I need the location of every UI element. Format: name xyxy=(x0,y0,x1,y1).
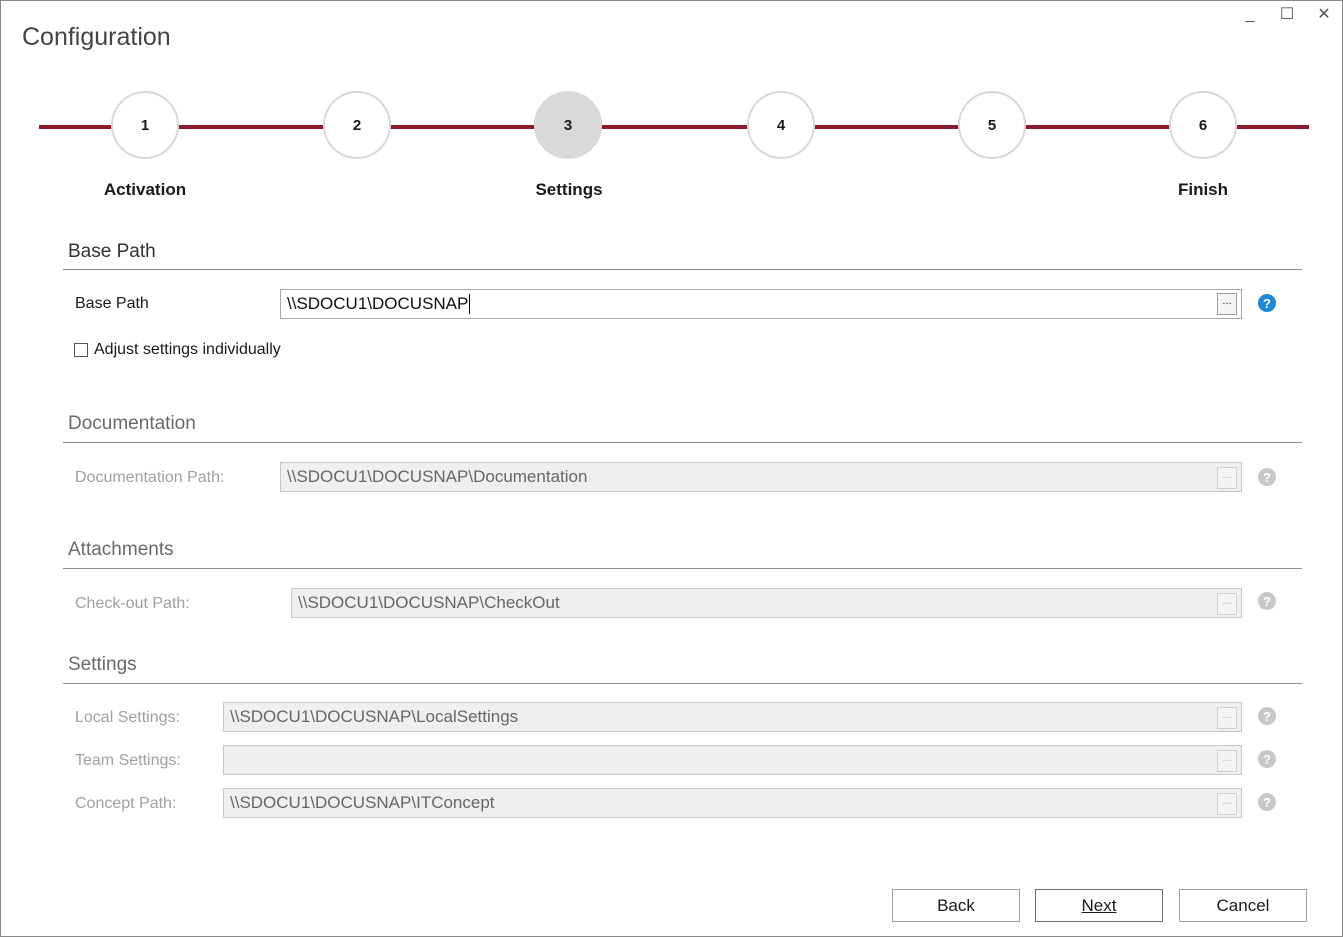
stepper-line xyxy=(39,125,1309,129)
checkout-path-label: Check-out Path: xyxy=(75,595,190,612)
step-2: 2 xyxy=(323,91,391,159)
local-settings-input[interactable]: \\SDOCU1\DOCUSNAP\LocalSettings xyxy=(223,702,1242,732)
documentation-browse-button[interactable]: ... xyxy=(1217,467,1237,489)
documentation-help-icon[interactable]: ? xyxy=(1258,468,1276,486)
base-path-label: Base Path xyxy=(75,295,149,312)
step-3: 3 xyxy=(534,91,602,159)
configuration-window: Configuration _ ☐ ✕ 1 2 3 4 5 6 Activati… xyxy=(0,0,1343,937)
section-title-settings: Settings xyxy=(68,654,137,675)
step-number: 3 xyxy=(563,116,573,134)
step-number: 1 xyxy=(140,116,150,134)
cancel-button[interactable]: Cancel xyxy=(1179,889,1307,922)
checkout-path-value: \\SDOCU1\DOCUSNAP\CheckOut xyxy=(298,593,560,612)
step-6: 6 xyxy=(1169,91,1237,159)
local-settings-value: \\SDOCU1\DOCUSNAP\LocalSettings xyxy=(230,707,519,726)
local-settings-browse-button[interactable]: ... xyxy=(1217,707,1237,729)
concept-path-help-icon[interactable]: ? xyxy=(1258,793,1276,811)
section-title-attachments: Attachments xyxy=(68,539,174,560)
adjust-settings-label[interactable]: Adjust settings individually xyxy=(94,341,281,359)
local-settings-help-icon[interactable]: ? xyxy=(1258,707,1276,725)
step-number: 2 xyxy=(352,116,362,134)
back-button[interactable]: Back xyxy=(892,889,1020,922)
step-number: 4 xyxy=(776,116,786,134)
maximize-icon[interactable]: ☐ xyxy=(1275,5,1299,25)
step-number: 5 xyxy=(987,116,997,134)
step-5: 5 xyxy=(958,91,1026,159)
local-settings-label: Local Settings: xyxy=(75,709,180,726)
team-settings-input[interactable] xyxy=(223,745,1242,775)
concept-path-input[interactable]: \\SDOCU1\DOCUSNAP\ITConcept xyxy=(223,788,1242,818)
step-number: 6 xyxy=(1198,116,1208,134)
section-divider xyxy=(63,269,1302,270)
step-1: 1 xyxy=(111,91,179,159)
step-4: 4 xyxy=(747,91,815,159)
base-path-value: \\SDOCU1\DOCUSNAP xyxy=(287,294,469,313)
base-path-input[interactable]: \\SDOCU1\DOCUSNAP xyxy=(280,289,1242,319)
text-caret xyxy=(469,294,471,314)
next-button-label: Next xyxy=(1081,895,1117,915)
step-label-settings: Settings xyxy=(535,180,603,199)
step-label-activation: Activation xyxy=(103,180,187,199)
section-title-base-path: Base Path xyxy=(68,241,156,262)
close-icon[interactable]: ✕ xyxy=(1312,5,1336,25)
concept-path-label: Concept Path: xyxy=(75,795,177,812)
adjust-settings-row[interactable]: Adjust settings individually xyxy=(74,341,281,359)
checkout-browse-button[interactable]: ... xyxy=(1217,593,1237,615)
documentation-path-label: Documentation Path: xyxy=(75,469,225,486)
concept-path-value: \\SDOCU1\DOCUSNAP\ITConcept xyxy=(230,793,495,812)
section-divider xyxy=(63,442,1302,443)
section-title-documentation: Documentation xyxy=(68,413,196,434)
minimize-icon[interactable]: _ xyxy=(1238,5,1262,25)
team-settings-browse-button[interactable]: ... xyxy=(1217,750,1237,772)
window-title: Configuration xyxy=(22,23,171,51)
documentation-path-input[interactable]: \\SDOCU1\DOCUSNAP\Documentation xyxy=(280,462,1242,492)
next-button[interactable]: Next xyxy=(1035,889,1163,922)
checkout-path-input[interactable]: \\SDOCU1\DOCUSNAP\CheckOut xyxy=(291,588,1242,618)
team-settings-label: Team Settings: xyxy=(75,752,181,769)
team-settings-help-icon[interactable]: ? xyxy=(1258,750,1276,768)
documentation-path-value: \\SDOCU1\DOCUSNAP\Documentation xyxy=(287,467,588,486)
concept-path-browse-button[interactable]: ... xyxy=(1217,793,1237,815)
section-divider xyxy=(63,568,1302,569)
checkout-help-icon[interactable]: ? xyxy=(1258,592,1276,610)
adjust-settings-checkbox[interactable] xyxy=(74,343,88,357)
step-label-finish: Finish xyxy=(1177,180,1229,199)
base-path-browse-button[interactable]: ... xyxy=(1217,293,1237,315)
section-divider xyxy=(63,683,1302,684)
base-path-help-icon[interactable]: ? xyxy=(1258,294,1276,312)
